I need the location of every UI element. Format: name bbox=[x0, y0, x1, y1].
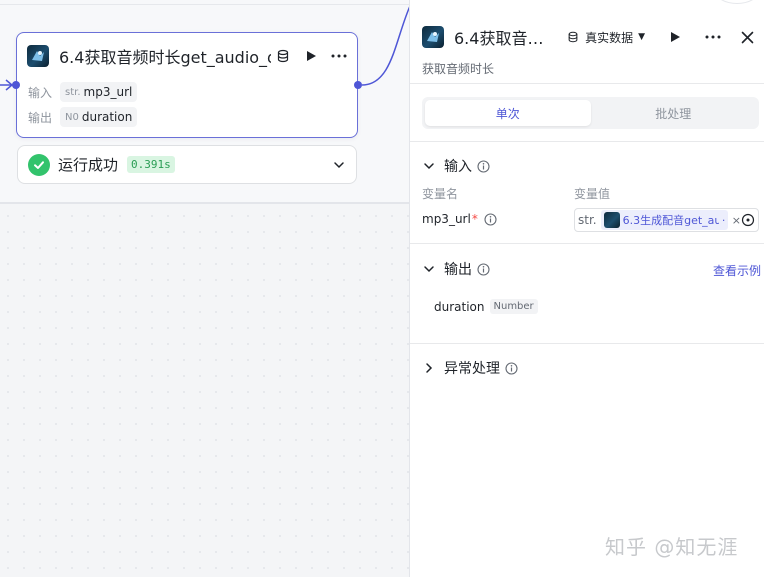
variable-reference-chip[interactable]: 6.3生成配音get_audio · bbox=[600, 210, 728, 230]
run-time-badge: 0.391s bbox=[127, 156, 175, 173]
watermark: 知乎 @知无涯 bbox=[605, 535, 739, 559]
input-var-name: mp3_url * bbox=[422, 212, 497, 226]
chevron-down-icon bbox=[422, 262, 436, 276]
node-header: 6.4获取音频时长get_audio_duration bbox=[27, 43, 347, 69]
panel-title: 6.4获取音… bbox=[454, 29, 544, 48]
plugin-logo-icon bbox=[422, 26, 444, 48]
error-section-header[interactable]: 异常处理 bbox=[422, 358, 518, 378]
plugin-logo-icon bbox=[27, 45, 49, 67]
info-icon[interactable] bbox=[477, 262, 490, 276]
var-name-text: mp3_url bbox=[422, 212, 471, 226]
chevron-right-icon bbox=[422, 361, 436, 375]
panel-description: 获取音频时长 bbox=[422, 62, 495, 76]
value-type: str. bbox=[578, 213, 597, 227]
clear-reference-icon[interactable]: × bbox=[732, 214, 741, 227]
node-input-param: str. mp3_url bbox=[60, 82, 138, 102]
reference-suffix: · bbox=[722, 214, 725, 227]
node-output-port[interactable] bbox=[354, 81, 362, 89]
section-divider bbox=[410, 243, 764, 244]
more-options-icon[interactable] bbox=[705, 29, 721, 45]
run-play-icon[interactable] bbox=[303, 48, 319, 64]
output-var-row: duration Number bbox=[434, 299, 538, 314]
run-play-icon[interactable] bbox=[667, 29, 683, 45]
workflow-node-get-audio-duration[interactable]: 6.4获取音频时长get_audio_duration 输入 str. mp3_… bbox=[12, 32, 362, 138]
node-detail-panel: 6.4获取音… 真实数据 ▼ 获取音频时长 单次 批处理 输入 变量名 变量值 … bbox=[409, 0, 764, 577]
section-divider bbox=[410, 343, 764, 344]
column-var-value: 变量值 bbox=[574, 187, 611, 201]
view-example-link[interactable]: 查看示例 bbox=[713, 262, 761, 279]
data-mode-select[interactable]: 真实数据 ▼ bbox=[567, 29, 645, 46]
db-icon bbox=[567, 31, 579, 43]
node-output-label: 输出 bbox=[28, 110, 53, 125]
output-section-header[interactable]: 输出 bbox=[422, 259, 490, 279]
reference-text: 6.3生成配音get_audio bbox=[622, 214, 719, 227]
column-var-name: 变量名 bbox=[422, 187, 459, 201]
input-var-value-field[interactable]: str. 6.3生成配音get_audio · × bbox=[574, 208, 759, 232]
caret-down-icon: ▼ bbox=[638, 32, 645, 42]
output-var-type: Number bbox=[489, 299, 538, 314]
input-section-title: 输入 bbox=[444, 159, 472, 175]
close-icon[interactable] bbox=[739, 29, 755, 45]
target-icon[interactable] bbox=[741, 213, 755, 227]
tab-single[interactable]: 单次 bbox=[425, 100, 591, 126]
node-title: 6.4获取音频时长get_audio_duration bbox=[59, 48, 271, 67]
section-divider bbox=[410, 141, 764, 142]
param-type: str. bbox=[65, 86, 81, 98]
output-var-name: duration bbox=[434, 299, 485, 314]
data-mode-label: 真实数据 bbox=[585, 30, 634, 45]
workflow-canvas[interactable]: 6.4获取音频时长get_audio_duration 输入 str. mp3_… bbox=[0, 0, 410, 577]
info-icon[interactable] bbox=[484, 212, 497, 226]
panel-header: 6.4获取音… 真实数据 ▼ 获取音频时长 bbox=[410, 0, 764, 84]
chevron-down-icon[interactable] bbox=[332, 158, 346, 172]
db-icon[interactable] bbox=[275, 48, 291, 64]
success-check-icon bbox=[28, 153, 50, 176]
node-input-port[interactable] bbox=[12, 81, 20, 89]
info-icon[interactable] bbox=[505, 361, 518, 375]
node-output-param: N0 duration bbox=[60, 107, 138, 127]
node-input-row: 输入 str. mp3_url bbox=[28, 82, 138, 102]
error-section-title: 异常处理 bbox=[444, 361, 500, 377]
info-icon[interactable] bbox=[477, 159, 490, 173]
run-status-card[interactable]: 运行成功 0.391s bbox=[17, 145, 357, 184]
run-status-text: 运行成功 bbox=[58, 156, 119, 174]
input-section-header[interactable]: 输入 bbox=[422, 156, 490, 176]
node-output-row: 输出 N0 duration bbox=[28, 107, 138, 127]
tab-batch[interactable]: 批处理 bbox=[591, 100, 757, 126]
param-name: duration bbox=[81, 110, 133, 124]
chevron-down-icon bbox=[422, 159, 436, 173]
plugin-logo-icon bbox=[603, 212, 620, 228]
run-mode-tabs: 单次 批处理 bbox=[422, 97, 759, 129]
required-mark: * bbox=[471, 212, 478, 226]
param-type: N0 bbox=[65, 111, 79, 123]
more-options-icon[interactable] bbox=[331, 48, 347, 64]
output-section-title: 输出 bbox=[444, 262, 472, 278]
param-name: mp3_url bbox=[83, 85, 133, 99]
node-input-label: 输入 bbox=[28, 85, 53, 100]
